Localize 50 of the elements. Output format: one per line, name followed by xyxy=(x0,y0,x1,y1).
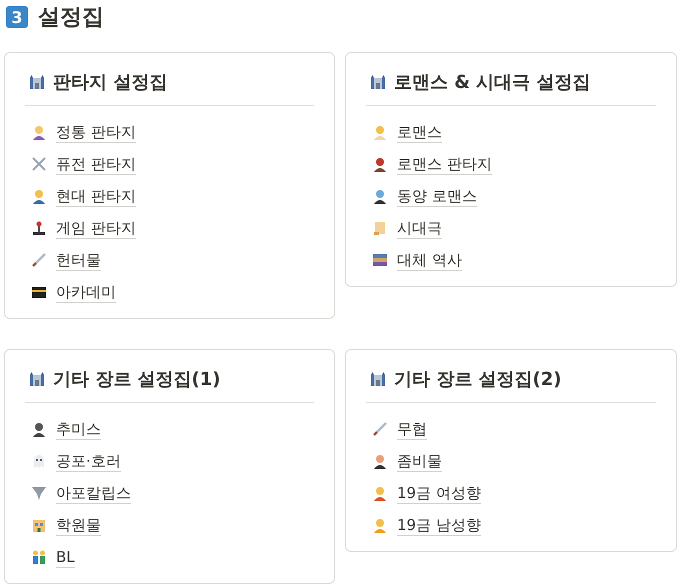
crossed-swords-icon xyxy=(31,156,47,172)
person-icon xyxy=(372,485,388,501)
scroll-icon xyxy=(372,220,388,236)
card-title: 로맨스 & 시대극 설정집 xyxy=(394,71,590,94)
castle-icon xyxy=(370,74,386,90)
person-icon xyxy=(31,188,47,204)
number-badge: 3 xyxy=(6,6,28,28)
castle-icon xyxy=(29,74,45,90)
person-icon xyxy=(372,517,388,533)
castle-icon xyxy=(370,371,386,387)
page-link[interactable]: 아카데미 xyxy=(56,282,116,302)
card-title: 기타 장르 설정집(2) xyxy=(394,368,562,391)
joystick-icon xyxy=(31,220,47,236)
person-icon xyxy=(372,188,388,204)
person-icon xyxy=(372,453,388,469)
dagger-icon xyxy=(31,252,47,268)
page-link[interactable]: 로맨스 xyxy=(397,122,442,142)
tornado-icon xyxy=(31,485,47,501)
castle-icon xyxy=(29,371,45,387)
page-link[interactable]: BL xyxy=(56,546,75,568)
cube-icon xyxy=(31,284,47,300)
page-link[interactable]: 무협 xyxy=(397,418,427,440)
person-icon xyxy=(31,124,47,140)
ghost-icon xyxy=(31,453,47,469)
page-link[interactable]: 로맨스 판타지 xyxy=(397,154,492,174)
books-icon xyxy=(372,252,388,268)
page-link[interactable]: 게임 판타지 xyxy=(56,218,136,238)
dagger-icon xyxy=(372,421,388,437)
page-link[interactable]: 19금 여성향 xyxy=(397,482,481,504)
building-icon xyxy=(31,517,47,533)
page-link[interactable]: 학원물 xyxy=(56,514,101,536)
page-link[interactable]: 아포칼립스 xyxy=(56,482,131,504)
page-link[interactable]: 헌터물 xyxy=(56,250,101,270)
page-link[interactable]: 대체 역사 xyxy=(397,250,462,270)
person-icon xyxy=(372,124,388,140)
section-title: 설정집 xyxy=(38,4,104,32)
person-icon xyxy=(31,421,47,437)
page-link[interactable]: 정통 판타지 xyxy=(56,122,136,142)
page-link[interactable]: 추미스 xyxy=(56,418,101,440)
person-icon xyxy=(372,156,388,172)
card-title: 기타 장르 설정집(1) xyxy=(53,368,221,391)
page-link[interactable]: 동양 로맨스 xyxy=(397,186,477,206)
page-link[interactable]: 퓨전 판타지 xyxy=(56,154,136,174)
page-link[interactable]: 공포·호러 xyxy=(56,450,121,472)
page-link[interactable]: 19금 남성향 xyxy=(397,514,481,536)
page-link[interactable]: 시대극 xyxy=(397,218,442,238)
page-link[interactable]: 좀비물 xyxy=(397,450,442,472)
card-title: 판타지 설정집 xyxy=(53,71,168,94)
page-link[interactable]: 현대 판타지 xyxy=(56,186,136,206)
two-people-icon xyxy=(31,549,47,565)
